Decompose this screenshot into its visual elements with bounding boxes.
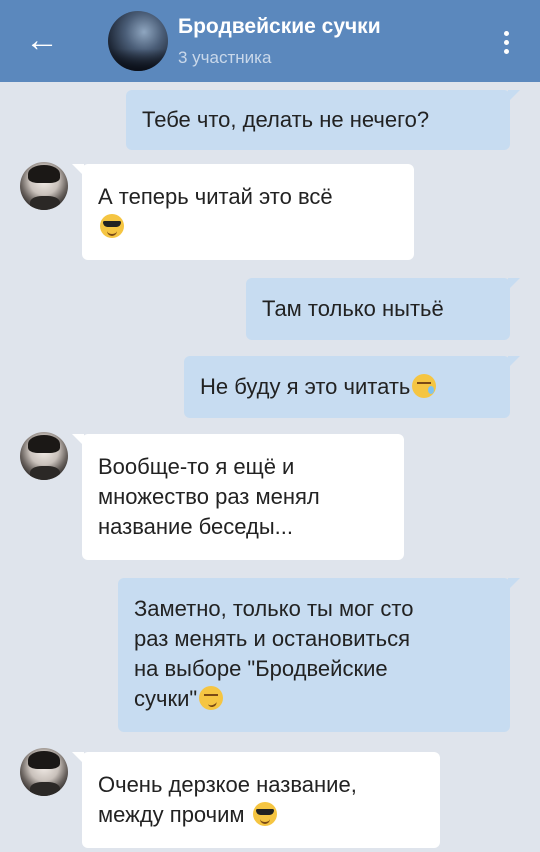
sunglasses-emoji-icon <box>252 802 277 826</box>
chat-avatar[interactable] <box>108 11 168 71</box>
sunglasses-emoji-icon <box>100 214 124 238</box>
chat-header: ← Бродвейские сучки 3 участника <box>0 0 540 82</box>
message-text: Тебе что, делать не нечего? <box>142 107 430 132</box>
chat-member-count[interactable]: 3 участника <box>178 48 271 68</box>
message-text: Не буду я это читать <box>200 374 411 399</box>
message-incoming[interactable]: Очень дерзкое название, между прочим <box>72 752 440 848</box>
message-incoming[interactable]: Вообще-то я ещё и множество раз менял на… <box>72 434 404 560</box>
message-text: Вообще-то я ещё и <box>98 454 295 479</box>
message-incoming[interactable]: А теперь читай это всё <box>72 164 414 260</box>
message-text: А теперь читай это всё <box>98 184 333 209</box>
more-vertical-icon[interactable] <box>494 22 518 62</box>
message-text: на выборе "Бродвейские <box>134 656 388 681</box>
message-text: Там только нытьё <box>262 296 444 321</box>
message-text: сучки" <box>134 686 198 711</box>
message-outgoing[interactable]: Заметно, только ты мог сто раз менять и … <box>118 578 520 732</box>
message-text: Заметно, только ты мог сто <box>134 596 414 621</box>
sender-avatar[interactable] <box>20 748 68 796</box>
message-text: Очень дерзкое название, <box>98 772 357 797</box>
back-arrow-icon[interactable]: ← <box>18 18 66 62</box>
sleepy-face-emoji-icon <box>412 374 437 398</box>
message-text: между прочим <box>98 802 245 827</box>
message-text: множество раз менял <box>98 484 320 509</box>
message-outgoing[interactable]: Тебе что, делать не нечего? <box>126 90 520 150</box>
smirking-face-emoji-icon <box>199 686 224 710</box>
sender-avatar[interactable] <box>20 162 68 210</box>
message-outgoing[interactable]: Не буду я это читать <box>184 356 520 418</box>
sender-avatar[interactable] <box>20 432 68 480</box>
message-text: название беседы... <box>98 514 294 539</box>
chat-title[interactable]: Бродвейские сучки <box>178 15 381 39</box>
message-text: раз менять и остановиться <box>134 626 411 651</box>
message-outgoing[interactable]: Там только нытьё <box>246 278 520 340</box>
